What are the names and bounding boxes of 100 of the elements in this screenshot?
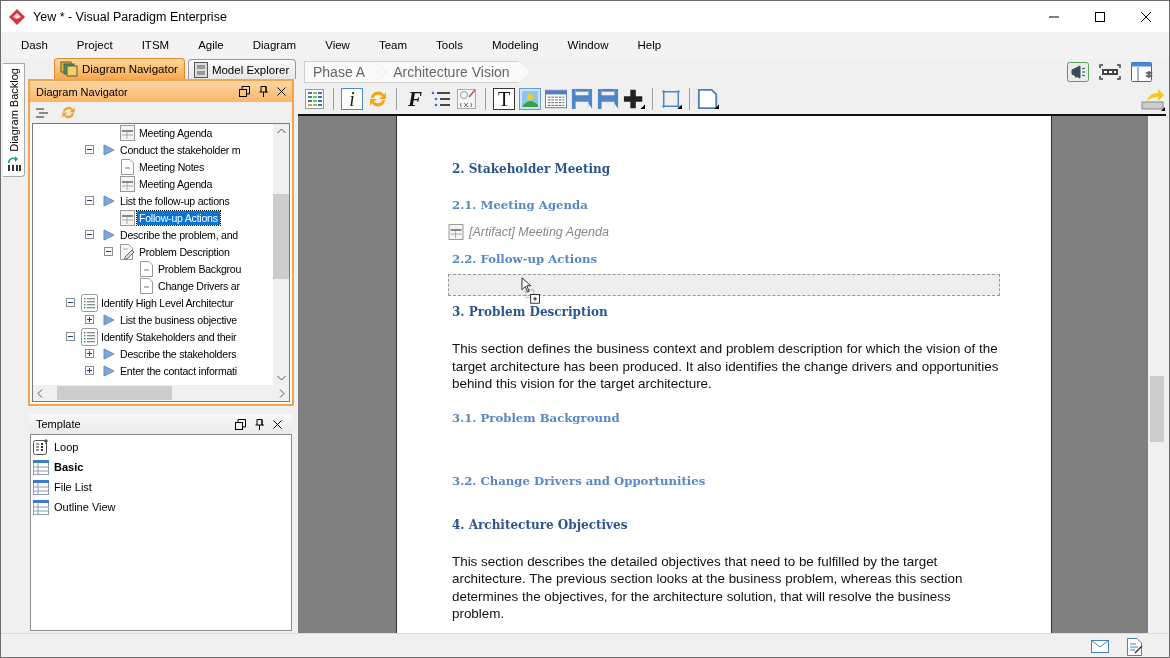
page-icon[interactable] <box>697 88 719 110</box>
collapse-toggle-icon[interactable] <box>85 145 94 154</box>
toolbar-glyph-button[interactable]: T <box>493 88 515 110</box>
tree-item[interactable]: Change Drivers ar <box>156 278 242 293</box>
template-item[interactable]: Outline View <box>54 501 116 513</box>
artifact-icon <box>120 175 135 192</box>
menu-item[interactable]: Window <box>567 39 609 51</box>
document-icon <box>140 277 153 294</box>
subsection-heading: 3.1. Problem Background <box>452 409 621 427</box>
section-heading: 3. Problem Description <box>452 304 609 321</box>
triangle-icon <box>102 194 115 207</box>
triangle-icon <box>102 347 115 360</box>
filter-icon[interactable] <box>36 106 50 119</box>
cabinet-icon <box>193 61 208 78</box>
tree-item[interactable]: Problem Description <box>137 244 232 259</box>
menu-item[interactable]: Agile <box>198 39 224 51</box>
mail-icon[interactable] <box>1091 640 1109 653</box>
template-item[interactable]: Loop <box>54 441 79 453</box>
tree-item[interactable]: Describe the problem, and <box>118 227 240 242</box>
collapse-toggle-icon[interactable] <box>104 247 113 256</box>
expand-toggle-icon[interactable] <box>85 315 94 324</box>
loop-icon <box>33 439 49 455</box>
tree-item[interactable]: Meeting Agenda <box>137 125 215 140</box>
section-heading: 4. Architecture Objectives <box>452 516 629 534</box>
folders-icon <box>60 61 78 77</box>
menu-item[interactable]: Help <box>637 39 662 51</box>
pin-icon[interactable] <box>259 86 268 97</box>
close-icon[interactable] <box>273 419 282 429</box>
template-item[interactable]: Basic <box>54 461 84 473</box>
collapse-toggle-icon[interactable] <box>85 196 94 205</box>
restore-icon[interactable] <box>239 86 250 97</box>
expand-toggle-icon[interactable] <box>85 366 94 375</box>
collapse-toggle-icon[interactable] <box>85 230 94 239</box>
document-icon <box>140 260 153 277</box>
menu-item[interactable]: Modeling <box>491 39 539 51</box>
breadcrumb-item[interactable]: Architecture Vision <box>374 61 531 83</box>
artifact-icon <box>120 209 135 226</box>
frame-icon[interactable] <box>660 88 682 110</box>
tree-item[interactable]: Follow-up Actions <box>137 210 220 225</box>
side-tab-label: Diagram Backlog <box>7 68 20 152</box>
document-edit-icon[interactable] <box>1127 637 1143 656</box>
menu-item[interactable]: View <box>325 39 350 51</box>
layout-icon[interactable] <box>1131 62 1153 82</box>
toolbar-glyph-button[interactable]: F <box>404 88 426 110</box>
panel-title: Diagram Navigator <box>36 85 129 98</box>
fit-width-icon[interactable] <box>1099 64 1121 80</box>
table-icon[interactable] <box>545 88 567 110</box>
tree-item[interactable]: Meeting Agenda <box>137 176 215 191</box>
tree-item[interactable]: Identify High Level Architectur <box>99 295 236 310</box>
triangle-icon <box>102 143 115 156</box>
menu-item[interactable]: Team <box>378 39 408 51</box>
triangle-icon <box>102 228 115 241</box>
page-break-icon[interactable] <box>571 88 593 110</box>
tree-item[interactable]: List the business objective <box>118 312 239 327</box>
pin-icon[interactable] <box>255 418 264 430</box>
triangle-icon <box>102 364 115 377</box>
restore-icon[interactable] <box>235 418 246 430</box>
subsection-heading: 2.1. Meeting Agenda <box>452 197 589 214</box>
tree-item[interactable]: Conduct the stakeholder m <box>118 142 243 157</box>
menu-item[interactable]: Diagram <box>252 39 297 51</box>
tree-item[interactable]: Meeting Notes <box>137 159 207 174</box>
breadcrumb-item[interactable]: Phase A <box>304 61 387 83</box>
vertical-scrollbar[interactable] <box>1148 116 1166 633</box>
window-title: Yew * - Visual Paradigm Enterprise <box>33 9 228 24</box>
edit-document-icon <box>120 243 135 260</box>
close-icon <box>1141 11 1151 22</box>
template-item[interactable]: File List <box>54 481 92 493</box>
plus-icon[interactable] <box>623 88 645 110</box>
menu-item[interactable]: Tools <box>436 39 463 51</box>
tree-item[interactable]: Identify Stakeholders and their <box>99 329 239 344</box>
panel-tab[interactable]: Model Explorer <box>187 59 297 79</box>
app-logo-icon <box>9 8 25 25</box>
triangle-icon <box>102 313 115 326</box>
collapse-toggle-icon[interactable] <box>66 298 75 307</box>
panel-tab[interactable]: Diagram Navigator <box>54 58 185 79</box>
grid-icon[interactable] <box>304 88 326 110</box>
tree-item[interactable]: List the follow-up actions <box>118 193 232 208</box>
tree-item[interactable]: Describe the stakeholders <box>118 346 239 361</box>
tree-item[interactable]: Problem Backgrou <box>156 261 244 276</box>
megaphone-icon[interactable] <box>1067 62 1089 82</box>
section-heading: 2. Stakeholder Meeting <box>452 161 612 178</box>
tree-item[interactable]: Enter the contact informati <box>118 363 239 378</box>
drag-cursor-icon <box>521 277 542 304</box>
close-icon[interactable] <box>277 87 286 96</box>
expand-toggle-icon[interactable] <box>85 349 94 358</box>
menu-item[interactable]: ITSM <box>141 39 170 51</box>
backlog-icon <box>5 155 22 172</box>
artifact-reference: [Artifact] Meeting Agenda <box>469 225 609 239</box>
artifact-icon <box>448 224 464 240</box>
table-icon <box>33 479 49 495</box>
document-icon <box>121 158 134 175</box>
image-icon[interactable] <box>519 88 541 110</box>
toolbar-glyph-button[interactable]: i <box>341 88 363 110</box>
list-document-icon <box>81 327 98 346</box>
menu-item[interactable]: Project <box>76 39 113 51</box>
collapse-toggle-icon[interactable] <box>66 332 75 341</box>
menu-item[interactable]: Dash <box>21 39 48 51</box>
side-tab[interactable]: Diagram Backlog <box>3 63 25 177</box>
formula-icon[interactable] <box>456 88 478 110</box>
table-icon <box>33 499 49 515</box>
